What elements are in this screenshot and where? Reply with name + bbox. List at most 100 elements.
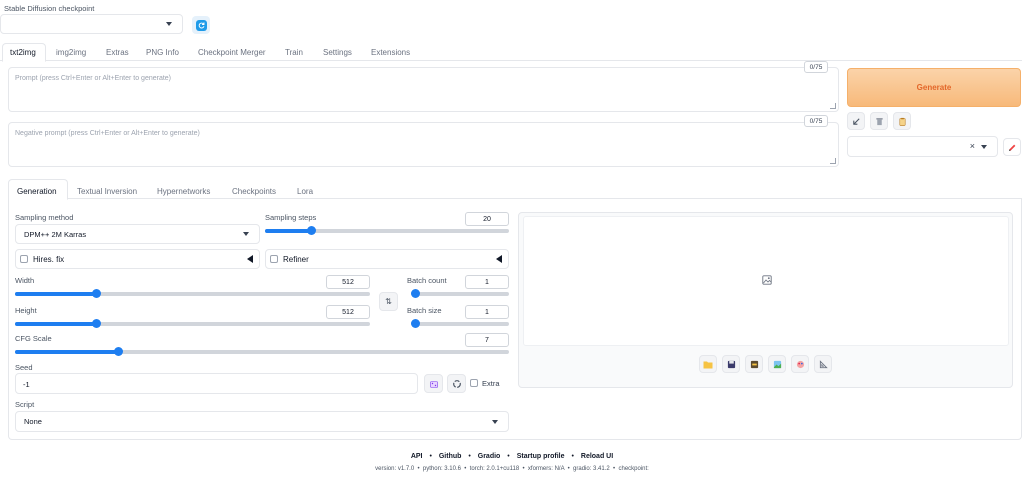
trash-button[interactable] <box>870 112 888 130</box>
image-icon <box>773 360 781 368</box>
script-label: Script <box>15 400 35 409</box>
arrow-down-left-icon <box>852 117 860 125</box>
image-placeholder-icon <box>762 275 772 285</box>
slider-fill <box>15 350 119 354</box>
tab-textual-inversion[interactable]: Textual Inversion <box>77 187 137 196</box>
footer-link-github[interactable]: Github <box>439 453 462 460</box>
footer-separator: • <box>429 453 432 460</box>
tab-generation[interactable]: Generation <box>17 187 57 196</box>
dice-icon <box>429 380 438 388</box>
footer-link-api[interactable]: API <box>411 453 423 460</box>
refiner-checkbox[interactable] <box>270 255 278 263</box>
width-input[interactable]: 512 <box>326 275 370 289</box>
width-slider[interactable] <box>15 289 370 298</box>
checkpoint-label: Stable Diffusion checkpoint <box>4 4 95 13</box>
send-to-extras-button[interactable] <box>814 355 832 373</box>
collapse-arrow-icon <box>247 255 253 263</box>
height-input[interactable]: 512 <box>326 305 370 319</box>
tab-checkpoints[interactable]: Checkpoints <box>232 187 276 196</box>
trash-icon <box>875 117 883 125</box>
send-to-img2img-button[interactable] <box>768 355 786 373</box>
chevron-down-icon <box>981 144 987 149</box>
sampling-steps-slider[interactable] <box>265 226 509 235</box>
tab-checkpoint-merger[interactable]: Checkpoint Merger <box>198 48 266 57</box>
footer-link-gradio[interactable]: Gradio <box>478 453 501 460</box>
prompt-input[interactable]: Prompt (press Ctrl+Enter or Alt+Enter to… <box>8 67 839 112</box>
zip-button[interactable] <box>745 355 763 373</box>
cfg-scale-input[interactable]: 7 <box>465 333 509 347</box>
negative-prompt-placeholder: Negative prompt (press Ctrl+Enter or Alt… <box>15 130 200 137</box>
output-gallery <box>523 216 1009 346</box>
send-to-inpaint-button[interactable] <box>791 355 809 373</box>
refresh-checkpoint-button[interactable] <box>192 16 210 34</box>
chevron-down-icon <box>243 232 249 236</box>
archive-icon <box>750 360 758 368</box>
extra-seed-checkbox[interactable] <box>470 379 478 387</box>
refiner-label: Refiner <box>283 255 309 264</box>
hires-fix-label: Hires. fix <box>33 255 65 264</box>
batch-size-input[interactable]: 1 <box>465 305 509 319</box>
batch-size-label: Batch size <box>407 306 442 315</box>
footer-link-reload-ui[interactable]: Reload UI <box>581 453 613 460</box>
hires-fix-checkbox[interactable] <box>20 255 28 263</box>
batch-count-label: Batch count <box>407 276 447 285</box>
slider-thumb[interactable] <box>306 226 316 235</box>
floppy-icon <box>727 360 735 368</box>
seed-input[interactable]: -1 <box>15 373 418 394</box>
clear-icon[interactable]: × <box>970 141 975 151</box>
resize-grip-icon <box>830 103 836 109</box>
footer-link-startup-profile[interactable]: Startup profile <box>517 453 565 460</box>
styles-dropdown[interactable]: × <box>847 136 998 157</box>
sampling-method-value: DPM++ 2M Karras <box>24 229 87 239</box>
batch-size-slider[interactable] <box>411 319 509 328</box>
edit-styles-button[interactable] <box>1003 138 1021 156</box>
triangle-ruler-icon <box>819 359 828 368</box>
footer-version-info: version: v1.7.0 • python: 3.10.6 • torch… <box>375 466 649 472</box>
generate-button[interactable]: Generate <box>847 68 1021 107</box>
batch-count-slider[interactable] <box>411 289 509 298</box>
clipboard-icon <box>899 117 905 126</box>
tab-lora[interactable]: Lora <box>297 187 313 196</box>
prompt-placeholder: Prompt (press Ctrl+Enter or Alt+Enter to… <box>15 75 172 82</box>
script-value: None <box>24 417 42 426</box>
batch-count-input[interactable]: 1 <box>465 275 509 289</box>
chevron-down-icon <box>492 419 498 424</box>
script-dropdown[interactable]: None <box>15 411 509 432</box>
slider-thumb[interactable] <box>411 289 420 298</box>
footer-separator: • <box>468 453 471 460</box>
tab-png-info[interactable]: PNG Info <box>146 48 179 57</box>
sampling-method-label: Sampling method <box>15 213 74 222</box>
refresh-icon <box>195 19 207 31</box>
random-seed-button[interactable] <box>424 374 443 393</box>
cfg-scale-slider[interactable] <box>15 347 509 356</box>
open-folder-button[interactable] <box>699 355 717 373</box>
negative-prompt-token-counter: 0/75 <box>804 115 828 127</box>
tab-settings[interactable]: Settings <box>323 48 352 57</box>
slider-thumb[interactable] <box>411 319 420 328</box>
footer-separator: • <box>507 453 510 460</box>
generate-label: Generate <box>916 83 952 92</box>
swap-dimensions-button[interactable]: ⇅ <box>379 292 398 311</box>
prompt-token-counter: 0/75 <box>804 61 828 73</box>
checkpoint-dropdown[interactable] <box>0 14 183 34</box>
tab-extensions[interactable]: Extensions <box>371 48 410 57</box>
height-label: Height <box>15 306 37 315</box>
read-params-button[interactable] <box>847 112 865 130</box>
swap-icon: ⇅ <box>385 297 392 306</box>
reuse-seed-button[interactable] <box>447 374 466 393</box>
tab-txt2img[interactable]: txt2img <box>10 48 36 57</box>
hires-fix-accordion[interactable]: Hires. fix <box>15 249 260 269</box>
tab-extras[interactable]: Extras <box>106 48 129 57</box>
collapse-arrow-icon <box>496 255 502 263</box>
negative-prompt-input[interactable]: Negative prompt (press Ctrl+Enter or Alt… <box>8 122 839 167</box>
recycle-icon <box>452 379 461 388</box>
sampling-steps-input[interactable]: 20 <box>465 212 509 226</box>
refiner-accordion[interactable]: Refiner <box>265 249 509 269</box>
tab-train[interactable]: Train <box>285 48 303 57</box>
tab-img2img[interactable]: img2img <box>56 48 86 57</box>
sampling-method-dropdown[interactable]: DPM++ 2M Karras <box>15 224 260 244</box>
tab-hypernetworks[interactable]: Hypernetworks <box>157 187 210 196</box>
height-slider[interactable] <box>15 319 370 328</box>
save-button[interactable] <box>722 355 740 373</box>
clipboard-button[interactable] <box>893 112 911 130</box>
